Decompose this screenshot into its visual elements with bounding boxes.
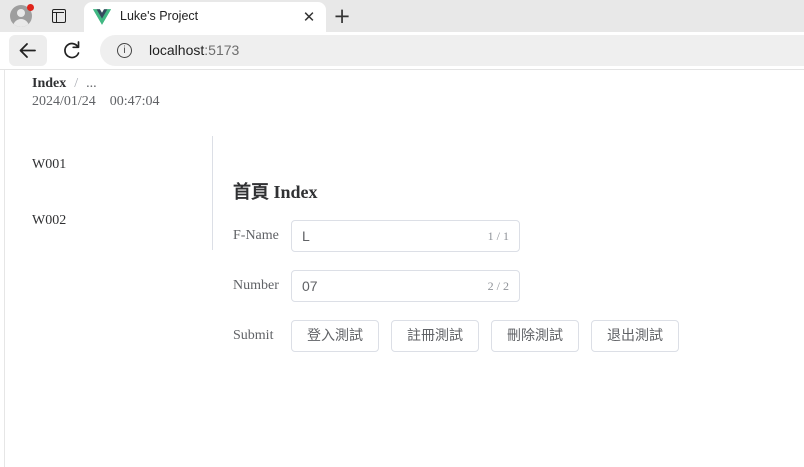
logout-test-button[interactable]: 退出測試 (591, 320, 679, 352)
login-test-button[interactable]: 登入測試 (291, 320, 379, 352)
breadcrumb-current[interactable]: Index (32, 76, 66, 91)
menu-item-w001[interactable]: W001 (32, 157, 66, 173)
date-text: 2024/01/24 (32, 94, 96, 109)
breadcrumb-more: ... (86, 76, 97, 91)
number-input[interactable]: 2 / 2 (291, 270, 520, 302)
number-label: Number (233, 278, 279, 293)
delete-test-button[interactable]: 刪除測試 (491, 320, 579, 352)
number-count: 2 / 2 (487, 279, 509, 293)
fname-label: F-Name (233, 228, 279, 243)
browser-tab[interactable]: Luke's Project ✕ (84, 2, 326, 32)
page-title: 首頁 Index (233, 182, 318, 202)
url-text: localhost:5173 (149, 42, 240, 58)
browser-tab-bar: Luke's Project ✕ + (0, 0, 804, 32)
vue-logo-icon (93, 9, 111, 25)
number-field[interactable] (302, 277, 472, 295)
address-bar[interactable]: i localhost:5173 (100, 35, 804, 66)
submit-label: Submit (233, 328, 274, 343)
side-menu: W001 W002 (5, 136, 213, 250)
time-text: 00:47:04 (109, 94, 160, 109)
reload-button[interactable] (56, 35, 88, 66)
back-arrow-icon (19, 43, 36, 58)
notification-dot (27, 4, 34, 11)
register-test-button[interactable]: 註冊測試 (391, 320, 479, 352)
fname-field[interactable] (302, 227, 472, 245)
fname-count: 1 / 1 (487, 229, 509, 243)
page-viewport: Index /... 2024/01/24 00:47:04 W001 W002 首… (4, 70, 804, 467)
date-time: 2024/01/24 00:47:04 (32, 94, 160, 110)
browser-toolbar: i localhost:5173 (0, 32, 804, 70)
tab-title: Luke's Project (120, 9, 199, 23)
plus-icon[interactable]: + (331, 5, 353, 27)
breadcrumb-separator: / (74, 76, 79, 91)
tab-actions-icon[interactable] (52, 9, 66, 23)
menu-item-w002[interactable]: W002 (32, 213, 66, 229)
reload-icon (64, 41, 80, 59)
fname-input[interactable]: 1 / 1 (291, 220, 520, 252)
back-button[interactable] (9, 35, 47, 66)
breadcrumb: Index /... (32, 76, 97, 92)
close-icon[interactable]: ✕ (300, 8, 318, 26)
info-icon[interactable]: i (117, 43, 132, 58)
